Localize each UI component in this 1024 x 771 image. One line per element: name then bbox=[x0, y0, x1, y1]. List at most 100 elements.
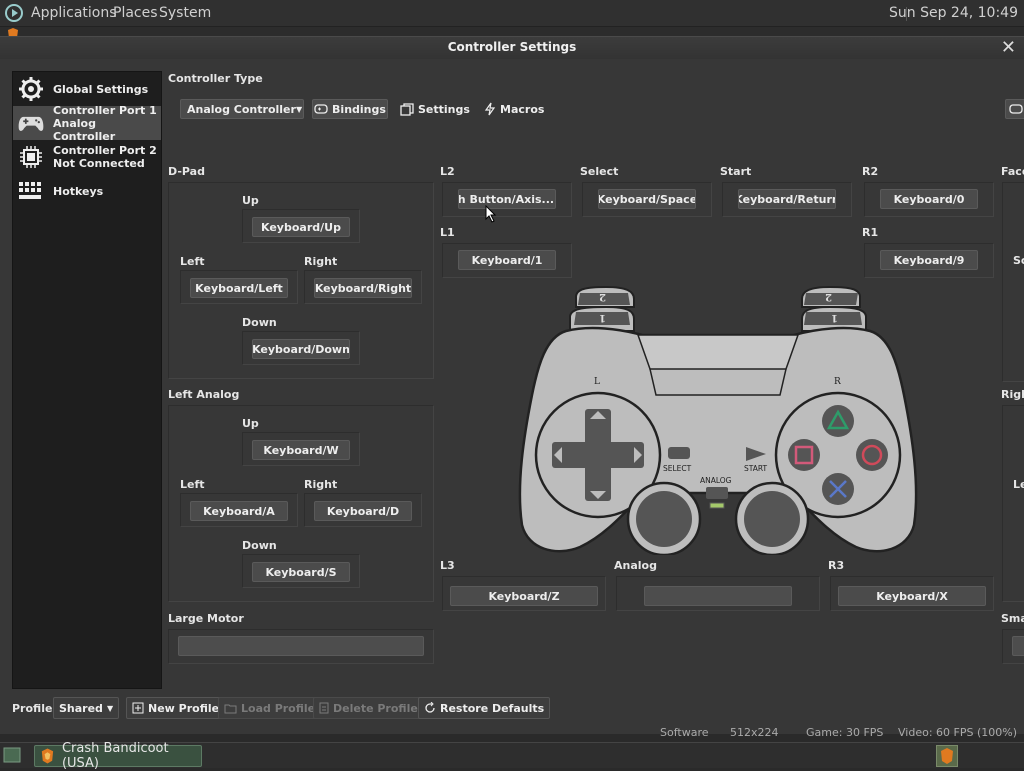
start-text: START bbox=[744, 464, 768, 473]
profile-select[interactable]: Shared ▼ bbox=[53, 697, 119, 719]
new-file-icon bbox=[132, 702, 144, 714]
right-analog-title: Righ bbox=[1001, 388, 1024, 401]
face-buttons-title: Face bbox=[1001, 165, 1024, 178]
chevron-down-icon: ▼ bbox=[106, 703, 114, 713]
taskbar: Crash Bandicoot (USA) bbox=[0, 741, 1024, 771]
start-binding[interactable]: Keyboard/Return bbox=[738, 189, 836, 209]
status-bar: Software 512x224 Game: 30 FPS Video: 60 … bbox=[0, 726, 1024, 740]
system-top-bar: Applications Places System Sun Sep 24, 1… bbox=[0, 0, 1024, 27]
dialog-titlebar: Controller Settings ✕ bbox=[0, 37, 1024, 59]
large-motor-title: Large Motor bbox=[168, 612, 244, 625]
left-analog-up-binding[interactable]: Keyboard/W bbox=[252, 440, 350, 460]
l1-binding[interactable]: Keyboard/1 bbox=[458, 250, 556, 270]
select-label: Select bbox=[580, 165, 619, 178]
show-desktop-icon[interactable] bbox=[3, 747, 21, 763]
gamepad-icon bbox=[18, 110, 44, 136]
sidebar-item-label: Controller Port 1 bbox=[53, 103, 157, 117]
macros-tab[interactable]: Macros bbox=[484, 99, 544, 119]
left-analog-up-label: Up bbox=[242, 417, 259, 430]
l1-label: L1 bbox=[440, 226, 455, 239]
extra-gamepad-button[interactable] bbox=[1005, 99, 1024, 119]
r-text: R bbox=[834, 377, 841, 387]
menu-system[interactable]: System bbox=[159, 5, 211, 21]
folder-icon bbox=[224, 704, 237, 713]
app-menu-icon[interactable] bbox=[4, 3, 24, 23]
dpad-left-binding[interactable]: Keyboard/Left bbox=[190, 278, 288, 298]
sidebar-item-global-settings[interactable]: Global Settings bbox=[13, 72, 161, 106]
left-analog-down-label: Down bbox=[242, 539, 277, 552]
restore-icon bbox=[425, 702, 435, 713]
clock[interactable]: Sun Sep 24, 10:49 bbox=[889, 5, 1018, 21]
analog-binding[interactable] bbox=[644, 586, 792, 606]
bindings-button[interactable]: Bindings bbox=[312, 99, 388, 119]
taskbar-item-crash-bandicoot[interactable]: Crash Bandicoot (USA) bbox=[34, 741, 202, 771]
sidebar-item-sublabel: Not Connected bbox=[53, 157, 145, 170]
taskbar-item-label: Crash Bandicoot (USA) bbox=[61, 741, 169, 771]
l1-num-text: 1 bbox=[599, 312, 606, 323]
left-analog-title: Left Analog bbox=[168, 388, 240, 401]
renderer-text: Software bbox=[660, 726, 709, 739]
r3-label: R3 bbox=[828, 559, 845, 572]
select-shape bbox=[668, 447, 690, 459]
sidebar-item-controller-port-2[interactable]: Controller Port 2 Not Connected bbox=[13, 140, 161, 174]
settings-sidebar: Global Settings Controller Port 1 Analog… bbox=[12, 71, 162, 689]
menu-applications[interactable]: Applications bbox=[31, 5, 117, 21]
cut-label: Le bbox=[1013, 478, 1024, 491]
delete-profile-label: Delete Profile bbox=[333, 701, 418, 715]
r3-binding[interactable]: Keyboard/X bbox=[838, 586, 986, 606]
r2-binding[interactable]: Keyboard/0 bbox=[880, 189, 978, 209]
controller-image: 2 2 1 1 L R SELECT START ANALOG bbox=[518, 285, 918, 555]
start-label: Start bbox=[720, 165, 752, 178]
bindings-label: Bindings bbox=[332, 102, 386, 116]
menu-places[interactable]: Places bbox=[113, 5, 158, 21]
controller-type-label: Controller Type bbox=[168, 72, 263, 85]
sidebar-item-label: Global Settings bbox=[53, 82, 149, 96]
close-icon[interactable]: ✕ bbox=[1001, 37, 1016, 58]
load-profile-button[interactable]: Load Profile bbox=[218, 697, 322, 719]
load-profile-label: Load Profile bbox=[241, 701, 316, 715]
lightning-icon bbox=[484, 102, 496, 116]
left-analog-down-binding[interactable]: Keyboard/S bbox=[252, 562, 350, 582]
dpad-down-binding[interactable]: Keyboard/Down bbox=[252, 339, 350, 359]
gear-icon bbox=[18, 76, 44, 102]
small-motor-binding[interactable] bbox=[1012, 636, 1024, 656]
l2-num-text: 2 bbox=[599, 291, 606, 302]
sidebar-item-label: Hotkeys bbox=[53, 184, 104, 198]
duckstation-icon bbox=[941, 748, 953, 764]
dpad-up-binding[interactable]: Keyboard/Up bbox=[252, 217, 350, 237]
sidebar-item-hotkeys[interactable]: Hotkeys bbox=[13, 174, 161, 208]
video-fps-text: Video: 60 FPS (100%) bbox=[898, 726, 1017, 739]
dpad-right-label: Right bbox=[304, 255, 338, 268]
settings-tab[interactable]: Settings bbox=[400, 99, 470, 119]
left-analog-left-label: Left bbox=[180, 478, 205, 491]
delete-profile-button[interactable]: Delete Profile bbox=[313, 697, 424, 719]
gamepad-icon bbox=[1009, 104, 1023, 114]
r1-binding[interactable]: Keyboard/9 bbox=[880, 250, 978, 270]
mouse-pointer-icon bbox=[485, 205, 497, 223]
dpad-left-label: Left bbox=[180, 255, 205, 268]
select-binding[interactable]: Keyboard/Space bbox=[598, 189, 696, 209]
dpad-right-binding[interactable]: Keyboard/Right bbox=[314, 278, 412, 298]
dpad-down-label: Down bbox=[242, 316, 277, 329]
large-motor-binding[interactable] bbox=[178, 636, 424, 656]
sidebar-item-label: Controller Port 2 bbox=[53, 144, 157, 157]
tray-app-icon[interactable] bbox=[936, 745, 958, 767]
r1-num-text: 1 bbox=[831, 312, 838, 323]
game-fps-text: Game: 30 FPS bbox=[806, 726, 884, 739]
select-text: SELECT bbox=[663, 464, 692, 473]
macros-label: Macros bbox=[500, 102, 545, 116]
r2-num-text: 2 bbox=[825, 291, 832, 302]
new-profile-button[interactable]: New Profile bbox=[126, 697, 226, 719]
l2-binding[interactable]: ush Button/Axis... [5 bbox=[458, 189, 556, 209]
restore-defaults-button[interactable]: Restore Defaults bbox=[418, 697, 551, 719]
l3-binding[interactable]: Keyboard/Z bbox=[450, 586, 598, 606]
controller-type-select[interactable]: Analog Controller ▼ bbox=[180, 99, 304, 119]
settings-label: Settings bbox=[418, 102, 470, 116]
new-profile-label: New Profile bbox=[148, 701, 220, 715]
left-analog-left-binding[interactable]: Keyboard/A bbox=[190, 501, 288, 521]
profile-value: Shared bbox=[59, 701, 103, 715]
analog-label: Analog bbox=[614, 559, 657, 572]
chevron-down-icon: ▼ bbox=[295, 104, 303, 114]
left-analog-right-binding[interactable]: Keyboard/D bbox=[314, 501, 412, 521]
sidebar-item-controller-port-1[interactable]: Controller Port 1 Analog Controller bbox=[13, 103, 161, 143]
